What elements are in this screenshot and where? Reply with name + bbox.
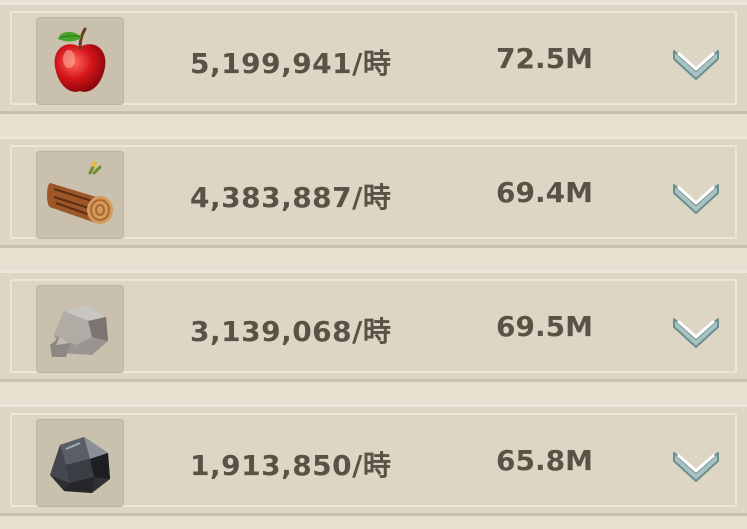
production-rate: 4,383,887/時 xyxy=(190,181,392,214)
stone-icon xyxy=(36,285,124,373)
resource-list: 5,199,941/時 72.5M 4,383,887/時 69.4M 3,13… xyxy=(0,0,747,529)
apple-icon xyxy=(36,17,124,105)
chevron-down-icon xyxy=(673,184,719,214)
expand-chevron-button[interactable] xyxy=(668,441,724,485)
expand-chevron-button[interactable] xyxy=(668,39,724,83)
resource-total: 72.5M xyxy=(496,42,593,75)
resource-row-food: 5,199,941/時 72.5M xyxy=(0,2,747,114)
wood-log-icon xyxy=(36,151,124,239)
chevron-down-icon xyxy=(673,452,719,482)
production-rate: 5,199,941/時 xyxy=(190,47,392,80)
iron-ore-icon xyxy=(36,419,124,507)
resource-total: 69.4M xyxy=(496,176,593,209)
resource-row-wood: 4,383,887/時 69.4M xyxy=(0,136,747,248)
chevron-down-icon xyxy=(673,50,719,80)
resource-row-iron: 1,913,850/時 65.8M xyxy=(0,404,747,516)
chevron-down-icon xyxy=(673,318,719,348)
production-rate: 1,913,850/時 xyxy=(190,449,392,482)
resource-row-stone: 3,139,068/時 69.5M xyxy=(0,270,747,382)
resource-total: 65.8M xyxy=(496,444,593,477)
expand-chevron-button[interactable] xyxy=(668,307,724,351)
resource-total: 69.5M xyxy=(496,310,593,343)
expand-chevron-button[interactable] xyxy=(668,173,724,217)
production-rate: 3,139,068/時 xyxy=(190,315,392,348)
